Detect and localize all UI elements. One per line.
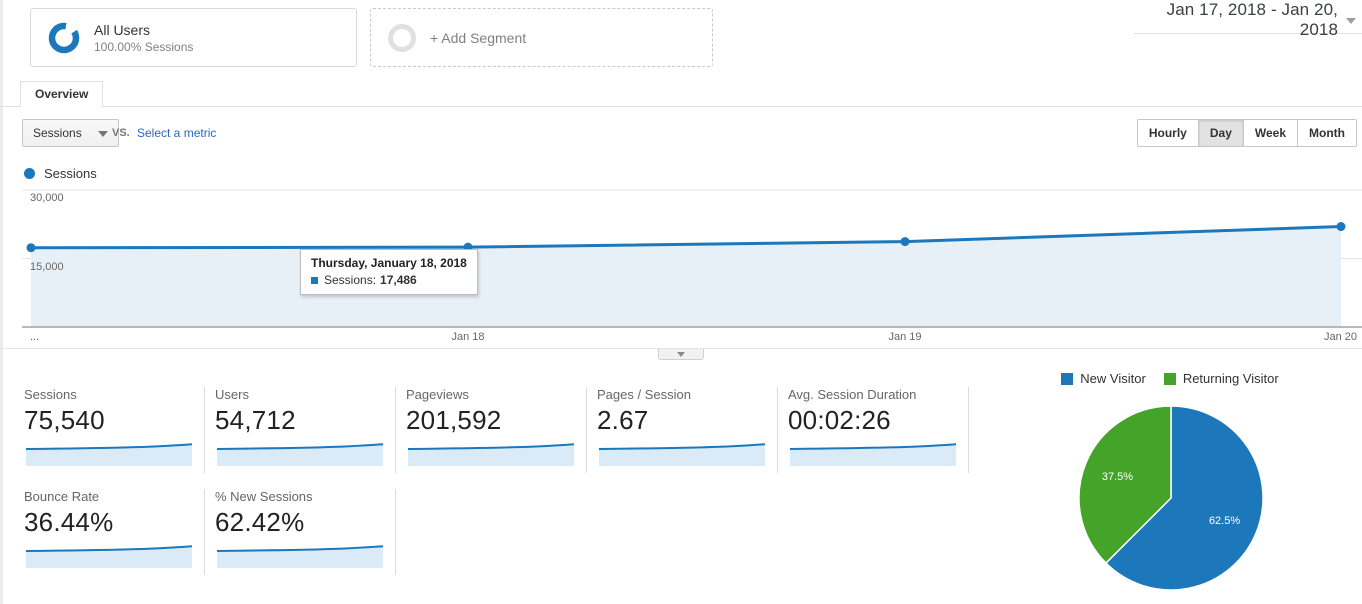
xtick-jan18: Jan 18 <box>438 331 498 343</box>
granularity-month-button[interactable]: Month <box>1297 119 1357 147</box>
metric-card-pageviews: Pageviews 201,592 <box>406 387 587 473</box>
pie-legend-item-new-visitor: New Visitor <box>1061 371 1146 386</box>
metric-sparkline <box>788 441 958 467</box>
metric-label: Avg. Session Duration <box>788 387 968 402</box>
visitor-type-pie-chart[interactable]: 62.5% 37.5% <box>1076 403 1266 593</box>
metric-select-value: Sessions <box>33 126 82 140</box>
granularity-hourly-button[interactable]: Hourly <box>1137 119 1199 147</box>
pie-legend-item-returning-visitor: Returning Visitor <box>1164 371 1279 386</box>
metric-value: 201,592 <box>406 405 586 436</box>
granularity-week-button[interactable]: Week <box>1243 119 1298 147</box>
date-range-selector[interactable]: Jan 17, 2018 - Jan 20, 2018 <box>1134 6 1362 34</box>
granularity-day-button[interactable]: Day <box>1198 119 1244 147</box>
pie-slice-pct-label: 37.5% <box>1102 471 1133 483</box>
metric-value: 62.42% <box>215 507 395 538</box>
tab-overview[interactable]: Overview <box>20 81 103 107</box>
sessions-legend-label: Sessions <box>44 166 97 181</box>
metric-sparkline <box>406 441 576 467</box>
sessions-line-chart-svg <box>0 185 1362 345</box>
metric-label: % New Sessions <box>215 489 395 504</box>
collapse-chart-button[interactable] <box>658 349 704 360</box>
xtick-jan17: ... <box>30 331 39 343</box>
metric-card-users: Users 54,712 <box>215 387 396 473</box>
metrics-row-1: Sessions 75,540 Users 54,712 Pageviews 201,59… <box>24 387 979 473</box>
segment-donut-icon <box>48 22 80 54</box>
metric-label: Pageviews <box>406 387 586 402</box>
vs-label: VS. <box>112 127 130 139</box>
metric-sparkline <box>215 441 385 467</box>
chart-tooltip: Thursday, January 18, 2018 Sessions: 17,… <box>300 249 478 295</box>
metric-sparkline <box>215 543 385 569</box>
pie-legend: New Visitor Returning Visitor <box>1020 371 1320 386</box>
select-metric-link[interactable]: Select a metric <box>137 126 216 140</box>
metric-label: Users <box>215 387 395 402</box>
xtick-jan20: Jan 20 <box>1324 331 1357 343</box>
tooltip-date: Thursday, January 18, 2018 <box>311 256 467 270</box>
ytick-15000: 15,000 <box>30 261 64 273</box>
chevron-down-icon <box>677 352 685 357</box>
metric-card-avg-session-duration: Avg. Session Duration 00:02:26 <box>788 387 969 473</box>
tab-divider-line <box>0 106 1362 107</box>
metric-select-dropdown[interactable]: Sessions <box>22 119 119 147</box>
sessions-legend: Sessions <box>24 166 97 181</box>
metric-value: 2.67 <box>597 405 777 436</box>
pie-slice-pct-label: 62.5% <box>1209 515 1240 527</box>
segment-chip-all-users[interactable]: All Users 100.00% Sessions <box>30 8 357 67</box>
metric-label: Sessions <box>24 387 204 402</box>
granularity-group: HourlyDayWeekMonth <box>1137 119 1357 147</box>
tooltip-series-swatch-icon <box>311 277 318 284</box>
metric-card--new-sessions: % New Sessions 62.42% <box>215 489 396 575</box>
legend-label: New Visitor <box>1080 371 1146 386</box>
segment-title: All Users <box>94 22 193 38</box>
add-segment-button[interactable]: + Add Segment <box>370 8 713 67</box>
add-segment-label: + Add Segment <box>430 30 526 46</box>
metric-sparkline <box>24 543 194 569</box>
metric-label: Bounce Rate <box>24 489 204 504</box>
tooltip-metric-value: 17,486 <box>380 273 417 287</box>
metrics-row-2: Bounce Rate 36.44% % New Sessions 62.42% <box>24 489 406 575</box>
metric-value: 75,540 <box>24 405 204 436</box>
add-segment-donut-icon <box>388 24 416 52</box>
metric-value: 54,712 <box>215 405 395 436</box>
dropdown-caret-icon <box>98 131 108 137</box>
metric-card-sessions: Sessions 75,540 <box>24 387 205 473</box>
xtick-jan19: Jan 19 <box>875 331 935 343</box>
metric-card-bounce-rate: Bounce Rate 36.44% <box>24 489 205 575</box>
segment-subtitle: 100.00% Sessions <box>94 40 193 54</box>
legend-swatch-icon <box>1061 373 1073 385</box>
metric-sparkline <box>24 441 194 467</box>
sessions-line-chart[interactable]: 30,000 15,000 ... Jan 18 Jan 19 Jan 20 <box>0 185 1362 345</box>
tooltip-metric-name: Sessions: <box>324 273 376 287</box>
metric-sparkline <box>597 441 767 467</box>
analytics-overview-page: All Users 100.00% Sessions + Add Segment… <box>0 0 1362 604</box>
date-range-text: Jan 17, 2018 - Jan 20, 2018 <box>1134 0 1338 40</box>
metric-value: 36.44% <box>24 507 204 538</box>
metric-value: 00:02:26 <box>788 405 968 436</box>
sessions-legend-dot-icon <box>24 168 35 179</box>
metric-card-pages-session: Pages / Session 2.67 <box>597 387 778 473</box>
legend-swatch-icon <box>1164 373 1176 385</box>
legend-label: Returning Visitor <box>1183 371 1279 386</box>
chevron-down-icon <box>1346 18 1356 24</box>
metric-label: Pages / Session <box>597 387 777 402</box>
ytick-30000: 30,000 <box>30 192 64 204</box>
